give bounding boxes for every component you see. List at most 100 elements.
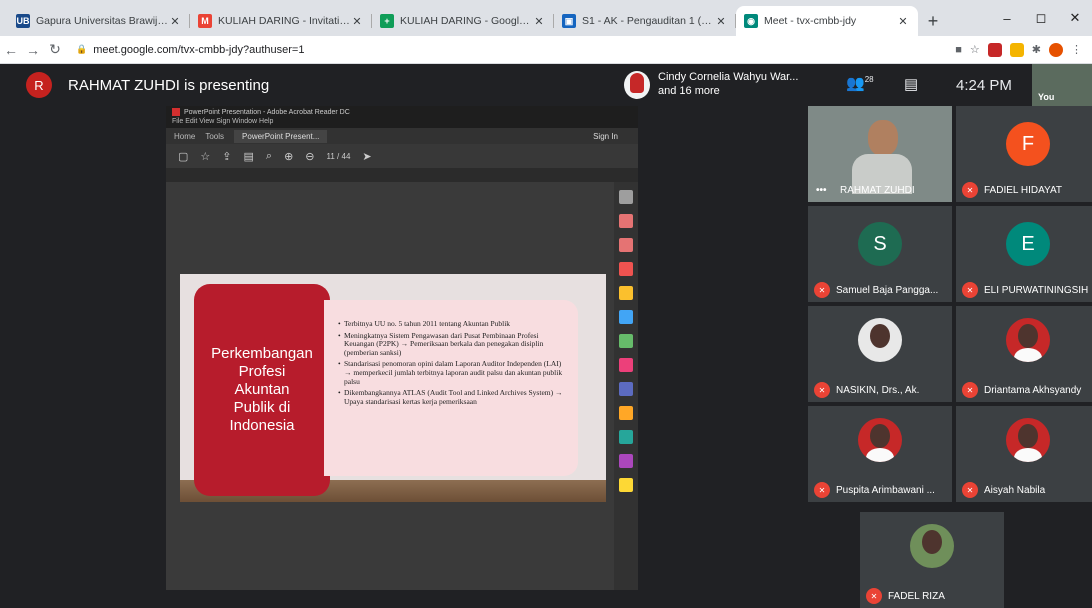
participant-tile[interactable]: ✕ NASIKIN, Drs., Ak. [808, 306, 952, 402]
close-tab-icon[interactable]: ✕ [714, 15, 728, 28]
slide-bullet: Meningkatnya Sistem Pengawasan dari Pusa… [338, 331, 568, 358]
browser-tab[interactable]: M KULIAH DARING - Invitation to ✕ [190, 6, 372, 36]
upload-icon: ⇪ [222, 150, 232, 163]
acrobat-side-tools [614, 182, 638, 590]
tool-icon [619, 430, 633, 444]
tool-icon [619, 238, 633, 252]
tab-favicon-icon: ◉ [744, 14, 758, 28]
window-controls: – ◻ ✕ [990, 0, 1092, 36]
self-view-tile[interactable]: You [1032, 64, 1092, 106]
browser-tab[interactable]: + KULIAH DARING - Google She ✕ [372, 6, 554, 36]
presenting-label: RAHMAT ZUHDI is presenting [68, 77, 270, 94]
acrobat-tab-tools: Tools [205, 131, 225, 141]
browser-tab[interactable]: ▣ S1 - AK - Pengauditan 1 (CC) ✕ [554, 6, 736, 36]
extension-icon[interactable] [987, 42, 1002, 57]
participant-photo [1006, 418, 1050, 462]
tool-icon [619, 334, 633, 348]
meet-top-bar: R RAHMAT ZUHDI is presenting Cindy Corne… [0, 64, 1092, 106]
reload-icon[interactable]: ↻ [44, 41, 66, 58]
new-tab-button[interactable]: + [918, 6, 948, 36]
clock: 4:24 PM [956, 77, 1012, 94]
mic-off-icon: ✕ [962, 282, 978, 298]
browser-tab[interactable]: UB Gapura Universitas Brawijaya ✕ [8, 6, 190, 36]
participant-photo [858, 318, 902, 362]
participant-video [868, 120, 898, 156]
puzzle-icon[interactable]: ✱ [1032, 43, 1041, 56]
participant-tile[interactable]: ✕ Puspita Arimbawani ... [808, 406, 952, 502]
tab-title: Gapura Universitas Brawijaya [36, 15, 168, 27]
menu-dots-icon[interactable]: ⋮ [1071, 43, 1082, 56]
tab-title: KULIAH DARING - Invitation to [218, 15, 350, 27]
acrobat-tabs: Home Tools PowerPoint Present... Sign In [166, 128, 638, 144]
extensions-area: ■ ☆ ✱ ⋮ [955, 42, 1092, 57]
slide-title-box: Perkembangan Profesi Akuntan Publik di I… [194, 284, 330, 496]
slide-bullets: Terbitnya UU no. 5 tahun 2011 tentang Ak… [324, 300, 578, 476]
close-tab-icon[interactable]: ✕ [168, 15, 182, 28]
shield-icon [619, 382, 633, 396]
participant-tile[interactable]: ••• RAHMAT ZUHDI [808, 106, 952, 202]
participant-tile[interactable]: E ✕ ELI PURWATININGSIH [956, 206, 1092, 302]
participant-initial-avatar: F [1006, 122, 1050, 166]
others-summary[interactable]: Cindy Cornelia Wahyu War... and 16 more [658, 70, 798, 98]
back-icon[interactable]: ← [0, 42, 22, 58]
maximize-button[interactable]: ◻ [1024, 0, 1058, 36]
bookmark-star-icon: ☆ [200, 150, 211, 163]
chat-icon[interactable]: ▤ [904, 75, 918, 93]
participant-initial-avatar: E [1006, 222, 1050, 266]
people-button[interactable]: 👥28 [846, 74, 874, 92]
tool-icon [619, 406, 633, 420]
participant-name: FADIEL HIDAYAT [984, 185, 1062, 196]
forward-icon[interactable]: → [22, 42, 44, 58]
slide-title: Perkembangan Profesi Akuntan Publik di I… [211, 345, 313, 434]
browser-tab[interactable]: ◉ Meet - tvx-cmbb-jdy ✕ [736, 6, 918, 36]
participant-photo [858, 418, 902, 462]
slide: Perkembangan Profesi Akuntan Publik di I… [180, 274, 606, 502]
browser-tab-bar: UB Gapura Universitas Brawijaya ✕ M KULIAH D… [0, 0, 1092, 36]
participant-grid: ••• RAHMAT ZUHDI F ✕ FADIEL HIDAYAT S ✕ Samuel … [808, 106, 1092, 608]
acrobat-window-title: PowerPoint Presentation - Adobe Acrobat … [184, 108, 350, 116]
close-tab-icon[interactable]: ✕ [896, 15, 910, 28]
participant-name: RAHMAT ZUHDI [840, 185, 915, 196]
url-text: meet.google.com/tvx-cmbb-jdy?authuser=1 [93, 43, 305, 56]
tab-title: S1 - AK - Pengauditan 1 (CC) [582, 15, 714, 27]
camera-icon[interactable]: ■ [955, 44, 962, 56]
participant-name: Samuel Baja Pangga... [836, 285, 939, 296]
acrobat-toolbar: ▢ ☆ ⇪ ▤ ⌕ ⊕ ⊖ 11 / 44 ➤ [166, 144, 638, 168]
mic-off-icon: ✕ [962, 482, 978, 498]
address-bar: ← → ↻ 🔒 meet.google.com/tvx-cmbb-jdy?aut… [0, 36, 1092, 64]
participant-tile[interactable]: ✕ Aisyah Nabila [956, 406, 1092, 502]
acrobat-sign-in: Sign In [593, 131, 618, 141]
acrobat-logo-icon [172, 108, 180, 116]
self-label: You [1038, 92, 1055, 102]
participant-name: Puspita Arimbawani ... [836, 485, 935, 496]
page-indicator: 11 / 44 [326, 151, 351, 161]
close-tab-icon[interactable]: ✕ [350, 15, 364, 28]
shared-screen: PowerPoint Presentation - Adobe Acrobat … [166, 106, 638, 590]
close-tab-icon[interactable]: ✕ [532, 15, 546, 28]
tool-icon [619, 358, 633, 372]
participant-name: ELI PURWATININGSIH [984, 285, 1089, 296]
star-icon[interactable]: ☆ [970, 43, 980, 56]
tool-icon [619, 214, 633, 228]
slide-bullet: Standarisasi penomoran opini dalam Lapor… [338, 360, 568, 386]
extension-icon[interactable] [1009, 42, 1024, 57]
tool-icon [619, 190, 633, 204]
profile-avatar[interactable] [1049, 42, 1063, 57]
tool-icon [619, 310, 633, 324]
mic-off-icon: ✕ [962, 182, 978, 198]
participant-name: Driantama Akhsyandy [984, 385, 1082, 396]
close-window-button[interactable]: ✕ [1058, 0, 1092, 36]
zoom-icon: ⌕ [265, 149, 273, 162]
participant-tile[interactable]: F ✕ FADIEL HIDAYAT [956, 106, 1092, 202]
participant-initial-avatar: S [858, 222, 902, 266]
comment-icon [619, 286, 633, 300]
participant-tile[interactable]: S ✕ Samuel Baja Pangga... [808, 206, 952, 302]
minimize-button[interactable]: – [990, 0, 1024, 36]
participant-tile[interactable]: ✕ Driantama Akhsyandy [956, 306, 1092, 402]
url-field[interactable]: 🔒 meet.google.com/tvx-cmbb-jdy?authuser=… [76, 44, 955, 56]
acrobat-tab-document: PowerPoint Present... [234, 129, 328, 143]
people-icon: 👥 [846, 75, 865, 92]
presenter-avatar: R [26, 72, 52, 98]
participant-tile[interactable]: ✕ FADEL RIZA [860, 512, 1004, 608]
tab-title: KULIAH DARING - Google She [400, 15, 532, 27]
